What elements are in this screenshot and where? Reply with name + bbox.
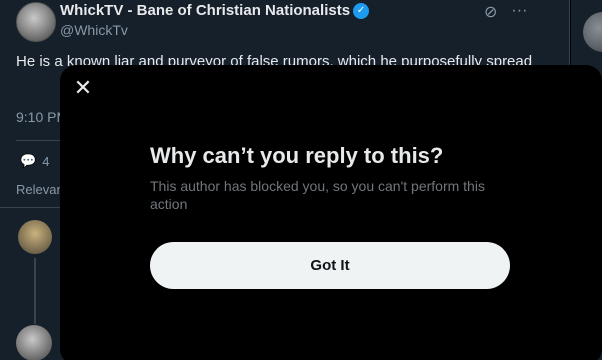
got-it-button[interactable]: Got It: [150, 242, 510, 289]
reply-icon: 💬: [20, 153, 37, 168]
tweet-header-actions: ⊘ ···: [484, 2, 527, 22]
author-handle[interactable]: @WhickTv: [60, 21, 369, 39]
more-options-icon[interactable]: ···: [511, 2, 527, 22]
verified-badge-icon: ✓: [353, 3, 370, 19]
reply-action[interactable]: 💬 4: [20, 153, 49, 169]
author-info: WhickTV - Bane of Christian Nationalists…: [60, 2, 370, 42]
reply-avatar[interactable]: [18, 220, 52, 254]
author-name-text[interactable]: WhickTV - Bane of Christian Nationalists: [60, 2, 350, 20]
close-icon[interactable]: ✕: [70, 75, 96, 101]
grok-icon[interactable]: ⊘: [484, 2, 497, 22]
reply-avatar[interactable]: [16, 325, 52, 360]
dialog-body: This author has blocked you, so you can'…: [150, 178, 485, 212]
dialog-title: Why can’t you reply to this?: [150, 143, 444, 168]
author-avatar[interactable]: [16, 2, 56, 42]
tweet-header: WhickTV - Bane of Christian Nationalists…: [16, 2, 370, 42]
sidebar-avatar[interactable]: [583, 12, 602, 52]
reply-count: 4: [42, 153, 50, 169]
sort-replies-label[interactable]: Relevan: [16, 182, 64, 197]
blocked-reply-dialog: ✕ Why can’t you reply to this? This auth…: [60, 65, 602, 360]
author-name[interactable]: WhickTV - Bane of Christian Nationalists…: [60, 2, 370, 20]
thread-line: [34, 258, 36, 324]
